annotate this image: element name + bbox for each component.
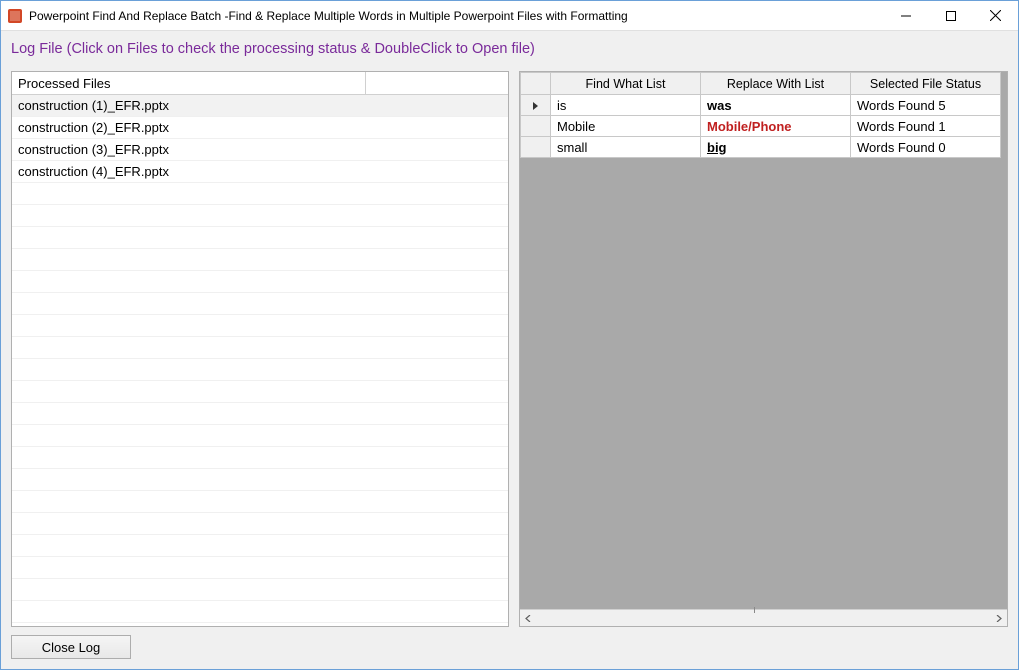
- content-area: Processed Files construction (1)_EFR.ppt…: [1, 61, 1018, 627]
- titlebar: Powerpoint Find And Replace Batch -Find …: [1, 1, 1018, 31]
- files-header-col1[interactable]: Processed Files: [12, 72, 366, 94]
- file-row-empty[interactable]: [12, 623, 508, 626]
- file-row-empty[interactable]: [12, 227, 508, 249]
- left-panel: Processed Files construction (1)_EFR.ppt…: [11, 71, 509, 627]
- row-indicator[interactable]: [521, 137, 551, 158]
- file-row-empty[interactable]: [12, 447, 508, 469]
- file-row-empty[interactable]: [12, 601, 508, 623]
- scroll-left-arrow[interactable]: [520, 610, 537, 627]
- close-log-button[interactable]: Close Log: [11, 635, 131, 659]
- file-row-empty[interactable]: [12, 513, 508, 535]
- window-controls: [883, 1, 1018, 30]
- files-header-col2[interactable]: [366, 72, 378, 94]
- file-row-empty[interactable]: [12, 579, 508, 601]
- files-header: Processed Files: [12, 72, 508, 95]
- app-window: Powerpoint Find And Replace Batch -Find …: [0, 0, 1019, 670]
- file-row-empty[interactable]: [12, 315, 508, 337]
- file-name-cell: construction (1)_EFR.pptx: [12, 98, 366, 113]
- replace-header-rowhead[interactable]: [521, 73, 551, 95]
- replace-row[interactable]: MobileMobile/PhoneWords Found 1: [521, 116, 1001, 137]
- file-row-empty[interactable]: [12, 403, 508, 425]
- horizontal-scrollbar[interactable]: [520, 609, 1007, 626]
- status-cell[interactable]: Words Found 1: [851, 116, 1001, 137]
- files-rows-container: construction (1)_EFR.pptx construction (2…: [12, 95, 508, 626]
- file-row[interactable]: construction (4)_EFR.pptx: [12, 161, 508, 183]
- window-title: Powerpoint Find And Replace Batch -Find …: [29, 9, 883, 23]
- file-row-empty[interactable]: [12, 337, 508, 359]
- replace-grid-wrap: Find What List Replace With List Selecte…: [520, 72, 1007, 609]
- maximize-button[interactable]: [928, 1, 973, 30]
- scroll-right-arrow[interactable]: [990, 610, 1007, 627]
- file-row-empty[interactable]: [12, 271, 508, 293]
- file-row[interactable]: construction (3)_EFR.pptx: [12, 139, 508, 161]
- file-row[interactable]: construction (2)_EFR.pptx: [12, 117, 508, 139]
- replace-row[interactable]: iswasWords Found 5: [521, 95, 1001, 116]
- file-row-empty[interactable]: [12, 491, 508, 513]
- minimize-button[interactable]: [883, 1, 928, 30]
- file-name-cell: construction (3)_EFR.pptx: [12, 142, 366, 157]
- replace-header-replace[interactable]: Replace With List: [701, 73, 851, 95]
- replace-cell[interactable]: Mobile/Phone: [701, 116, 851, 137]
- scroll-tick: [754, 607, 755, 613]
- status-cell[interactable]: Words Found 5: [851, 95, 1001, 116]
- replace-header-status[interactable]: Selected File Status: [851, 73, 1001, 95]
- file-row-empty[interactable]: [12, 249, 508, 271]
- find-cell[interactable]: is: [551, 95, 701, 116]
- app-icon: [7, 8, 23, 24]
- page-subtitle: Log File (Click on Files to check the pr…: [1, 31, 1018, 61]
- file-row-empty[interactable]: [12, 425, 508, 447]
- find-cell[interactable]: small: [551, 137, 701, 158]
- file-row-empty[interactable]: [12, 469, 508, 491]
- replace-cell[interactable]: was: [701, 95, 851, 116]
- replace-cell[interactable]: big: [701, 137, 851, 158]
- file-row-empty[interactable]: [12, 381, 508, 403]
- file-row[interactable]: construction (1)_EFR.pptx: [12, 95, 508, 117]
- footer: Close Log: [1, 627, 1018, 669]
- file-name-cell: construction (2)_EFR.pptx: [12, 120, 366, 135]
- processed-files-grid[interactable]: Processed Files construction (1)_EFR.ppt…: [11, 71, 509, 627]
- close-button[interactable]: [973, 1, 1018, 30]
- status-cell[interactable]: Words Found 0: [851, 137, 1001, 158]
- active-row-arrow-icon: [533, 102, 538, 110]
- file-row-empty[interactable]: [12, 205, 508, 227]
- find-cell[interactable]: Mobile: [551, 116, 701, 137]
- row-indicator[interactable]: [521, 116, 551, 137]
- file-row-empty[interactable]: [12, 557, 508, 579]
- file-row-empty[interactable]: [12, 293, 508, 315]
- replace-row[interactable]: smallbigWords Found 0: [521, 137, 1001, 158]
- file-row-empty[interactable]: [12, 183, 508, 205]
- file-name-cell: construction (4)_EFR.pptx: [12, 164, 366, 179]
- scroll-track[interactable]: [537, 610, 990, 626]
- row-indicator[interactable]: [521, 95, 551, 116]
- replace-grid[interactable]: Find What List Replace With List Selecte…: [520, 72, 1001, 158]
- file-row-empty[interactable]: [12, 535, 508, 557]
- right-panel: Find What List Replace With List Selecte…: [519, 71, 1008, 627]
- file-row-empty[interactable]: [12, 359, 508, 381]
- replace-header-find[interactable]: Find What List: [551, 73, 701, 95]
